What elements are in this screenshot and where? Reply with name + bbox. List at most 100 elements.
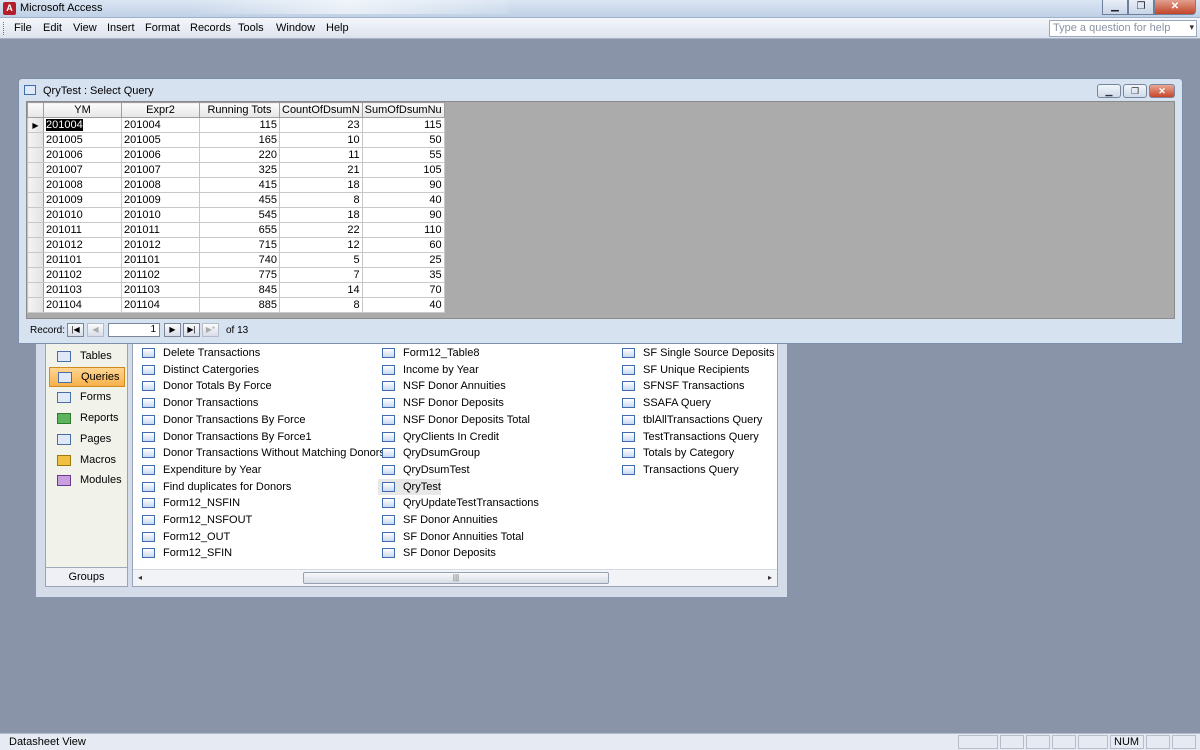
table-cell[interactable]: 115 [361, 117, 445, 133]
record-selector[interactable] [27, 132, 44, 148]
query-list-item[interactable]: SF Unique Recipients [618, 362, 749, 378]
record-selector[interactable] [27, 297, 44, 313]
group-reports[interactable]: Reports [49, 409, 125, 429]
query-list-item[interactable]: Find duplicates for Donors [138, 479, 291, 495]
table-cell[interactable]: 885 [199, 297, 280, 313]
table-row[interactable]: 201006 201006 220 11 55 [27, 147, 445, 163]
groups-button[interactable]: Groups [46, 567, 127, 586]
query-list-item[interactable]: Donor Transactions By Force [138, 412, 305, 428]
query-list-item[interactable]: SFNSF Transactions [618, 378, 744, 394]
table-row[interactable]: 201104 201104 885 8 40 [27, 297, 445, 313]
table-cell[interactable]: 70 [361, 282, 445, 298]
column-header-running-tots[interactable]: Running Tots [199, 102, 280, 118]
query-list-item[interactable]: NSF Donor Annuities [378, 378, 506, 394]
record-selector[interactable] [27, 162, 44, 178]
table-cell[interactable]: 740 [199, 252, 280, 268]
group-queries[interactable]: Queries [49, 367, 125, 387]
table-cell[interactable]: 7 [279, 267, 363, 283]
table-cell[interactable]: 655 [199, 222, 280, 238]
table-cell[interactable]: 545 [199, 207, 280, 223]
menu-help[interactable]: Help [326, 22, 349, 34]
query-list-item[interactable]: Form12_NSFIN [138, 495, 240, 511]
table-cell[interactable]: 25 [361, 252, 445, 268]
table-cell[interactable]: 201007 [121, 162, 200, 178]
select-all-corner[interactable] [27, 102, 44, 118]
table-cell[interactable]: 8 [279, 192, 363, 208]
table-cell[interactable]: 165 [199, 132, 280, 148]
query-list-item[interactable]: NSF Donor Deposits [378, 395, 504, 411]
table-cell[interactable]: 201102 [121, 267, 200, 283]
table-cell[interactable]: 5 [279, 252, 363, 268]
table-cell[interactable]: 90 [361, 177, 445, 193]
table-cell[interactable]: 715 [199, 237, 280, 253]
help-search-input[interactable]: Type a question for help ▾ [1049, 20, 1197, 37]
table-cell[interactable]: 115 [199, 117, 280, 133]
close-button[interactable]: ✕ [1154, 0, 1196, 15]
record-selector[interactable] [27, 192, 44, 208]
table-cell[interactable]: 201009 [121, 192, 200, 208]
table-cell[interactable]: 11 [279, 147, 363, 163]
menu-grip[interactable] [3, 22, 6, 35]
query-list-item[interactable]: SF Donor Annuities [378, 512, 498, 528]
table-cell[interactable]: 201012 [43, 237, 122, 253]
record-selector[interactable] [27, 177, 44, 193]
table-cell[interactable]: 201101 [121, 252, 200, 268]
table-row[interactable]: 201101 201101 740 5 25 [27, 252, 445, 268]
query-list-item[interactable]: Donor Transactions Without Matching Dono… [138, 445, 385, 461]
query-minimize-button[interactable]: ▁ [1097, 84, 1121, 98]
query-list-item[interactable]: NSF Donor Deposits Total [378, 412, 530, 428]
query-list-item[interactable]: Form12_SFIN [138, 545, 232, 561]
group-forms[interactable]: Forms [49, 388, 125, 408]
scroll-thumb[interactable]: ||| [303, 572, 609, 584]
table-cell[interactable]: 14 [279, 282, 363, 298]
table-row[interactable]: 201009 201009 455 8 40 [27, 192, 445, 208]
table-row[interactable]: 201005 201005 165 10 50 [27, 132, 445, 148]
query-list-item[interactable]: SF Single Source Deposits [618, 345, 774, 361]
column-header-count[interactable]: CountOfDsumN [279, 102, 363, 118]
last-record-button[interactable]: ▶| [183, 323, 200, 337]
table-cell[interactable]: 201102 [43, 267, 122, 283]
record-selector[interactable] [27, 267, 44, 283]
query-list-item[interactable]: SF Donor Annuities Total [378, 529, 524, 545]
menu-records[interactable]: Records [190, 22, 231, 34]
table-cell[interactable]: 40 [361, 192, 445, 208]
table-cell[interactable]: 12 [279, 237, 363, 253]
record-selector[interactable] [27, 252, 44, 268]
table-cell[interactable]: 201101 [43, 252, 122, 268]
table-cell[interactable]: 220 [199, 147, 280, 163]
table-cell[interactable]: 201104 [121, 297, 200, 313]
table-cell[interactable]: 55 [361, 147, 445, 163]
query-list-item[interactable]: Transactions Query [618, 462, 739, 478]
query-list-item[interactable]: QryDsumGroup [378, 445, 480, 461]
table-cell[interactable]: 90 [361, 207, 445, 223]
table-cell[interactable]: 8 [279, 297, 363, 313]
column-header-sum[interactable]: SumOfDsumNu [361, 102, 445, 118]
horizontal-scrollbar[interactable]: ◂ ||| ▸ [133, 569, 777, 586]
minimize-button[interactable]: ▁ [1102, 0, 1128, 15]
query-close-button[interactable]: ✕ [1149, 84, 1175, 98]
record-selector[interactable]: ▶ [27, 117, 44, 133]
chevron-down-icon[interactable]: ▾ [1189, 22, 1194, 33]
menu-format[interactable]: Format [145, 22, 180, 34]
query-list-item[interactable]: Donor Totals By Force [138, 378, 272, 394]
table-cell[interactable]: 18 [279, 207, 363, 223]
table-cell[interactable]: 201006 [43, 147, 122, 163]
table-cell[interactable]: 201004 [121, 117, 200, 133]
table-row[interactable]: ▶ 201004 201004 115 23 115 [27, 117, 445, 133]
record-selector[interactable] [27, 222, 44, 238]
query-list-item[interactable]: Income by Year [378, 362, 479, 378]
query-list-item[interactable]: Form12_Table8 [378, 345, 479, 361]
table-cell[interactable]: 35 [361, 267, 445, 283]
table-row[interactable]: 201008 201008 415 18 90 [27, 177, 445, 193]
table-row[interactable]: 201007 201007 325 21 105 [27, 162, 445, 178]
table-cell[interactable]: 201010 [43, 207, 122, 223]
query-list-item[interactable]: QryTest [378, 478, 441, 495]
table-cell[interactable]: 110 [361, 222, 445, 238]
previous-record-button[interactable]: ◀ [87, 323, 104, 337]
table-cell[interactable]: 775 [199, 267, 280, 283]
record-selector[interactable] [27, 282, 44, 298]
table-cell[interactable]: 201103 [43, 282, 122, 298]
table-cell[interactable]: 845 [199, 282, 280, 298]
table-cell[interactable]: 21 [279, 162, 363, 178]
table-cell[interactable]: 10 [279, 132, 363, 148]
